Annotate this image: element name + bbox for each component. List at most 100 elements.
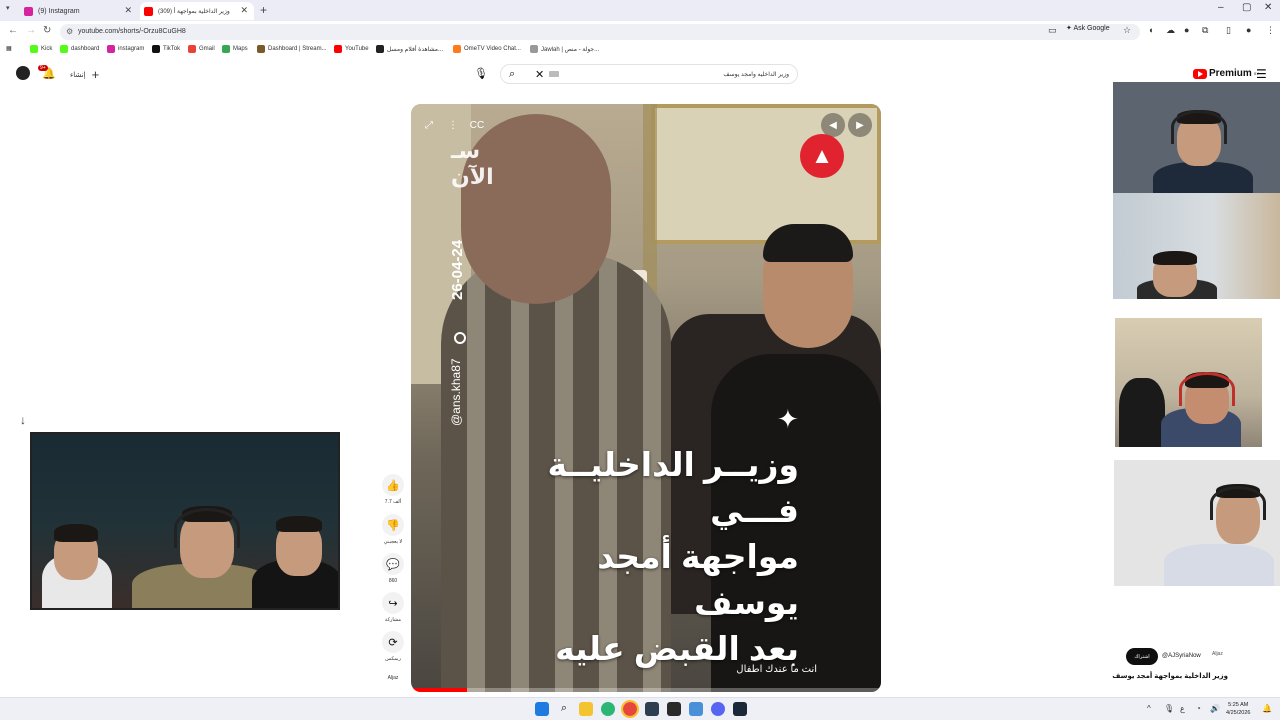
forward-arrow-icon[interactable]: → (26, 25, 36, 36)
video-progress-fill (411, 688, 468, 692)
play-icon[interactable]: ▶ (848, 113, 872, 137)
cast-icon[interactable]: ▭ (1048, 25, 1057, 36)
wall-map-right (651, 104, 881, 244)
remix-button[interactable]: ⟳ ريمكس (380, 631, 406, 662)
steam-icon[interactable] (733, 702, 747, 716)
chrome-icon[interactable] (621, 700, 639, 718)
youtube-play-icon (1193, 68, 1207, 79)
like-button[interactable]: 👍 7.7 ألف (380, 474, 406, 505)
clear-search-icon[interactable]: ✕ (535, 68, 544, 81)
search-box[interactable]: ⌕ ✕ وزير الداخليه وامجد يوسف (500, 64, 798, 84)
search-input[interactable]: وزير الداخليه وامجد يوسف (723, 71, 789, 78)
file-explorer-icon[interactable] (579, 702, 593, 716)
bookmark-movies[interactable]: مشاهدة أفلام ومسل... (376, 45, 443, 53)
fullscreen-icon[interactable]: ⤢ (417, 113, 441, 137)
extensions-puzzle-icon[interactable]: ⧉ (1202, 25, 1208, 36)
back-arrow-icon[interactable]: ← (8, 25, 18, 36)
ask-google-label: Ask Google (1073, 25, 1110, 32)
extension-cloud-icon[interactable]: ☁ (1166, 25, 1175, 36)
split-view-icon[interactable]: ▯ (1226, 25, 1231, 36)
windows-taskbar: ⌕ ^ 🎙 ع ◔ 🔊 5:25 AM 4/25/2026 🔔 (0, 697, 1280, 720)
dislike-button[interactable]: 👎 لا يعجبني (380, 514, 406, 545)
browser-menu-icon[interactable]: ⋮ (1266, 25, 1275, 36)
subscribe-button[interactable]: اشتراك (1126, 648, 1158, 665)
plus-icon: + (91, 67, 100, 82)
minimize-button[interactable]: – (1218, 2, 1224, 13)
extension-audio-icon[interactable]: ◖ (1148, 25, 1153, 35)
search-icon[interactable]: ⌕ (509, 68, 515, 81)
watermark-username: @ans.kha87 (449, 358, 463, 426)
bookmark-kick[interactable]: Kick (30, 45, 52, 53)
thumbs-up-icon: 👍 (382, 474, 404, 496)
notification-bell-icon[interactable]: 🔔 (1262, 704, 1272, 713)
app-icon-2[interactable] (689, 702, 703, 716)
comment-icon: 💬 (382, 553, 404, 575)
channel-avatar[interactable]: Aljaz (1212, 651, 1223, 657)
captions-icon[interactable]: CC (465, 113, 489, 137)
new-tab-button[interactable]: + (260, 3, 267, 17)
taskbar-clock[interactable]: 5:25 AM 4/25/2026 (1226, 701, 1250, 717)
tray-chevron-icon[interactable]: ^ (1147, 704, 1151, 713)
bookmark-star-icon[interactable]: ☆ (1123, 25, 1131, 36)
shorts-video-player[interactable]: سـ الآن 26-04-24 @ans.kha87 ⤢ ⋮ CC ◀ ▶ ▲ … (411, 104, 881, 692)
ask-google-button[interactable]: ✦ Ask Google (1066, 24, 1110, 32)
youtube-premium-logo[interactable]: Premium SY (1193, 68, 1259, 79)
caption-line-2: مواجهة أمجد يوسف (597, 538, 799, 621)
apps-grid-icon[interactable]: ▦ (6, 45, 12, 52)
terminal-icon[interactable] (667, 702, 681, 716)
extension-dark-icon[interactable]: ● (1184, 25, 1189, 35)
tab-search-icon[interactable]: ▾ (6, 4, 10, 12)
maps-icon (222, 45, 230, 53)
close-tab-icon[interactable]: ✕ (240, 5, 248, 16)
tab-youtube-short[interactable]: (309) وزير الداخلية بمواجهة أ ✕ (140, 2, 254, 20)
bookmark-tiktok[interactable]: TikTok (152, 45, 180, 53)
more-options-icon[interactable]: ⋮ (441, 113, 465, 137)
bookmark-maps[interactable]: Maps (222, 45, 248, 53)
windows-start-icon[interactable] (535, 702, 549, 716)
site-info-icon[interactable]: ⚙ (66, 27, 73, 36)
channel-handle[interactable]: @AJSyriaNow (1162, 653, 1201, 659)
taskbar-search-icon[interactable]: ⌕ (557, 702, 571, 716)
bookmark-youtube[interactable]: YouTube (334, 45, 369, 53)
channel-thumb-small[interactable]: Aljaz (380, 672, 406, 681)
url-bar[interactable]: ⚙ youtube.com/shorts/-Orzu8CuGH8 (60, 24, 1140, 40)
tab-instagram[interactable]: (9) Instagram ✕ (10, 2, 138, 20)
bookmark-gmail[interactable]: Gmail (188, 45, 215, 53)
edge-browser-icon[interactable] (601, 702, 615, 716)
create-button[interactable]: إنشاء + (70, 67, 99, 82)
guide-menu-icon[interactable]: ☰ (1256, 67, 1267, 81)
bookmark-jawlah[interactable]: Jawlah | جولة - منص... (530, 45, 599, 53)
create-label: إنشاء (70, 71, 86, 79)
close-window-button[interactable]: ✕ (1264, 2, 1272, 13)
short-title[interactable]: وزير الداخلية بمواجهة أمجد يوسف (1112, 672, 1228, 680)
remix-label: ريمكس (385, 656, 401, 662)
keyboard-icon[interactable] (549, 71, 559, 77)
comments-button[interactable]: 💬 860 (380, 553, 406, 584)
bookmark-label: Maps (233, 46, 248, 52)
account-avatar[interactable] (16, 66, 30, 80)
discord-icon[interactable] (711, 702, 725, 716)
maximize-button[interactable]: ▢ (1242, 2, 1251, 13)
reload-icon[interactable]: ↻ (43, 25, 51, 36)
tray-volume-icon[interactable]: 🔊 (1210, 704, 1220, 713)
watermark-date: 26-04-24 (449, 239, 466, 300)
share-button[interactable]: ↪ مشاركة (380, 592, 406, 623)
voice-search-mic-icon[interactable]: 🎙 (474, 67, 488, 80)
seated-man-hair (763, 224, 853, 262)
tray-mic-icon[interactable]: 🎙 (1164, 704, 1174, 713)
bookmark-instagram[interactable]: instagram (107, 45, 144, 53)
gmail-icon (188, 45, 196, 53)
video-progress-bar[interactable] (411, 688, 881, 692)
app-icon-1[interactable] (645, 702, 659, 716)
tray-language-icon[interactable]: ع (1180, 704, 1185, 713)
bookmark-label: dashboard (71, 46, 100, 52)
bookmark-dashboard-stream[interactable]: Dashboard | Stream... (257, 45, 327, 53)
tray-wifi-icon[interactable]: ◔ (1196, 704, 1201, 713)
scroll-down-arrow-icon[interactable]: ↓ (20, 413, 26, 427)
close-tab-icon[interactable]: ✕ (124, 5, 132, 16)
thumbs-down-icon: 👎 (382, 514, 404, 536)
bookmark-label: Kick (41, 46, 53, 52)
bookmark-dashboard[interactable]: dashboard (60, 45, 99, 53)
profile-avatar-icon[interactable]: ● (1246, 25, 1251, 35)
bookmark-ometv[interactable]: OmeTV Video Chat... (453, 45, 521, 53)
